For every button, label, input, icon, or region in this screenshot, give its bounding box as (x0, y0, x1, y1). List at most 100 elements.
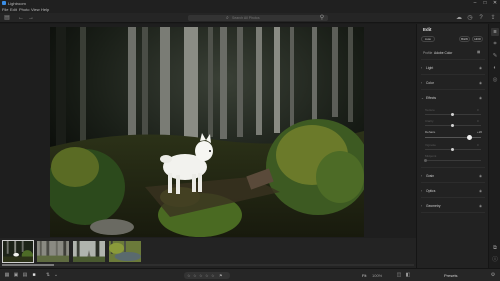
optics-visibility-icon[interactable]: ◉ (479, 189, 482, 193)
effects-visibility-icon[interactable]: ◉ (479, 96, 482, 100)
divider (421, 74, 485, 75)
star-1-icon[interactable]: ☆ (187, 272, 191, 279)
edit-panel: Edit Auto B&W HDR Profile Adobe Color ▦ … (416, 24, 488, 268)
forest-dog-image (50, 27, 364, 237)
color-section[interactable]: › Color (421, 81, 434, 85)
hdr-button[interactable]: HDR (472, 36, 483, 42)
search-bar[interactable]: ⌕ (188, 15, 328, 21)
notifications-icon[interactable]: ◷ (466, 14, 474, 22)
search-input[interactable] (232, 15, 312, 21)
divider (421, 212, 485, 213)
auto-button[interactable]: Auto (421, 36, 435, 42)
star-2-icon[interactable]: ☆ (193, 272, 197, 279)
toolbar: ▤ ← → ⌕ ⚲ ☁ ◷ ? ⇪ (0, 13, 500, 23)
help-icon[interactable]: ? (477, 14, 485, 22)
detail-view-icon[interactable]: ▤ (22, 272, 28, 278)
dropdown-icon[interactable]: ⌄ (53, 272, 59, 278)
info-icon[interactable]: ⓘ (491, 256, 499, 264)
title-bar: Lightroom – □ ✕ (0, 0, 500, 7)
geometry-visibility-icon[interactable]: ◉ (479, 204, 482, 208)
midpoint-label: Midpoint (425, 154, 437, 158)
redo-icon[interactable]: → (27, 14, 35, 22)
optics-section[interactable]: › Optics (421, 189, 435, 193)
midpoint-slider-knob[interactable] (424, 159, 427, 162)
light-visibility-icon[interactable]: ◉ (479, 66, 482, 70)
close-button[interactable]: ✕ (490, 0, 500, 7)
undo-icon[interactable]: ← (17, 14, 25, 22)
red-eye-icon[interactable]: ◎ (491, 76, 499, 84)
texture-slider-knob[interactable] (451, 113, 454, 116)
thumb-dog-forest (3, 241, 33, 262)
share-icon[interactable]: ⇪ (489, 14, 497, 22)
thumb-forest-pond (109, 241, 141, 262)
settings-icon[interactable]: ⚙ (490, 272, 496, 278)
app-title: Lightroom (8, 1, 26, 6)
vignette-value[interactable]: 0 (477, 143, 479, 147)
filmstrip-thumb-3[interactable] (72, 240, 106, 263)
before-after-icon[interactable]: ◧ (405, 272, 411, 278)
grain-section[interactable]: › Grain (421, 174, 434, 178)
rating-stars: ☆ ☆ ☆ ☆ ☆ ⚑ (184, 272, 230, 279)
filmstrip-thumb-1[interactable] (2, 240, 34, 263)
filter-icon[interactable]: ⚲ (318, 14, 326, 22)
midpoint-slider[interactable] (425, 160, 481, 161)
vignette-label: Vignette (425, 143, 436, 147)
panel-title: Edit (423, 27, 432, 32)
zoom-level[interactable]: 100% (372, 271, 382, 280)
star-5-icon[interactable]: ☆ (211, 272, 215, 279)
fit-button[interactable]: Fit (362, 271, 366, 280)
color-visibility-icon[interactable]: ◉ (479, 81, 482, 85)
minimize-button[interactable]: – (470, 0, 480, 7)
light-section[interactable]: › Light (421, 66, 433, 70)
dehaze-slider-knob[interactable] (467, 135, 472, 140)
clarity-value[interactable]: 0 (477, 119, 479, 123)
flag-icon[interactable]: ⚑ (219, 272, 223, 279)
square-grid-icon[interactable]: ▣ (13, 272, 19, 278)
bottom-bar: ▦ ▣ ▤ ■ ⇅ ⌄ ☆ ☆ ☆ ☆ ☆ ⚑ Fit 100% ◫ ◧ Pre… (0, 268, 500, 281)
photo-canvas[interactable] (0, 24, 416, 238)
profile-label: Profile (423, 51, 433, 55)
divider (421, 167, 485, 168)
single-view-icon[interactable]: ■ (31, 272, 37, 278)
filmstrip-thumb-4[interactable] (108, 240, 142, 263)
search-icon: ⌕ (226, 15, 229, 21)
profile-dropdown[interactable]: Adobe Color (434, 51, 452, 55)
versions-icon[interactable]: ⧉ (491, 244, 499, 252)
dehaze-value[interactable]: +20 (477, 130, 482, 134)
divider (421, 89, 485, 90)
sidebar-toggle-icon[interactable]: ▤ (3, 14, 11, 22)
clarity-label: Clarity (425, 119, 434, 123)
sort-icon[interactable]: ⇅ (45, 272, 51, 278)
filmstrip-scrollbar[interactable] (2, 264, 414, 266)
divider (421, 182, 485, 183)
bw-button[interactable]: B&W (459, 36, 470, 42)
presets-button[interactable]: Presets (444, 271, 458, 280)
filmstrip-scroll-thumb[interactable] (2, 264, 54, 266)
edit-icon[interactable]: ≡ (491, 28, 499, 36)
crop-icon[interactable]: ⌗ (491, 40, 499, 48)
profile-browser-icon[interactable]: ▦ (477, 50, 480, 54)
divider (421, 59, 485, 60)
geometry-section[interactable]: › Geometry (421, 204, 440, 208)
vignette-slider-knob[interactable] (451, 148, 454, 151)
grid-view-icon[interactable]: ▦ (4, 272, 10, 278)
maximize-button[interactable]: □ (480, 0, 490, 7)
compare-icon[interactable]: ◫ (396, 272, 402, 278)
effects-section[interactable]: ⌄ Effects (421, 96, 436, 100)
cloud-sync-icon[interactable]: ☁ (455, 14, 463, 22)
clarity-slider-knob[interactable] (451, 124, 454, 127)
filmstrip (0, 238, 416, 268)
tool-strip: ≡ ⌗ ✎ ◐ ◎ ⧉ ⓘ (488, 24, 500, 268)
app-logo-icon (2, 1, 6, 5)
divider (421, 197, 485, 198)
main-photo[interactable] (50, 27, 364, 237)
star-4-icon[interactable]: ☆ (205, 272, 209, 279)
grain-visibility-icon[interactable]: ◉ (479, 174, 482, 178)
masking-icon[interactable]: ◐ (491, 64, 499, 72)
star-3-icon[interactable]: ☆ (199, 272, 203, 279)
thumb-misty-forest (37, 241, 69, 262)
texture-value[interactable]: 0 (477, 108, 479, 112)
dehaze-slider[interactable] (425, 137, 481, 138)
filmstrip-thumb-2[interactable] (36, 240, 70, 263)
healing-icon[interactable]: ✎ (491, 52, 499, 60)
